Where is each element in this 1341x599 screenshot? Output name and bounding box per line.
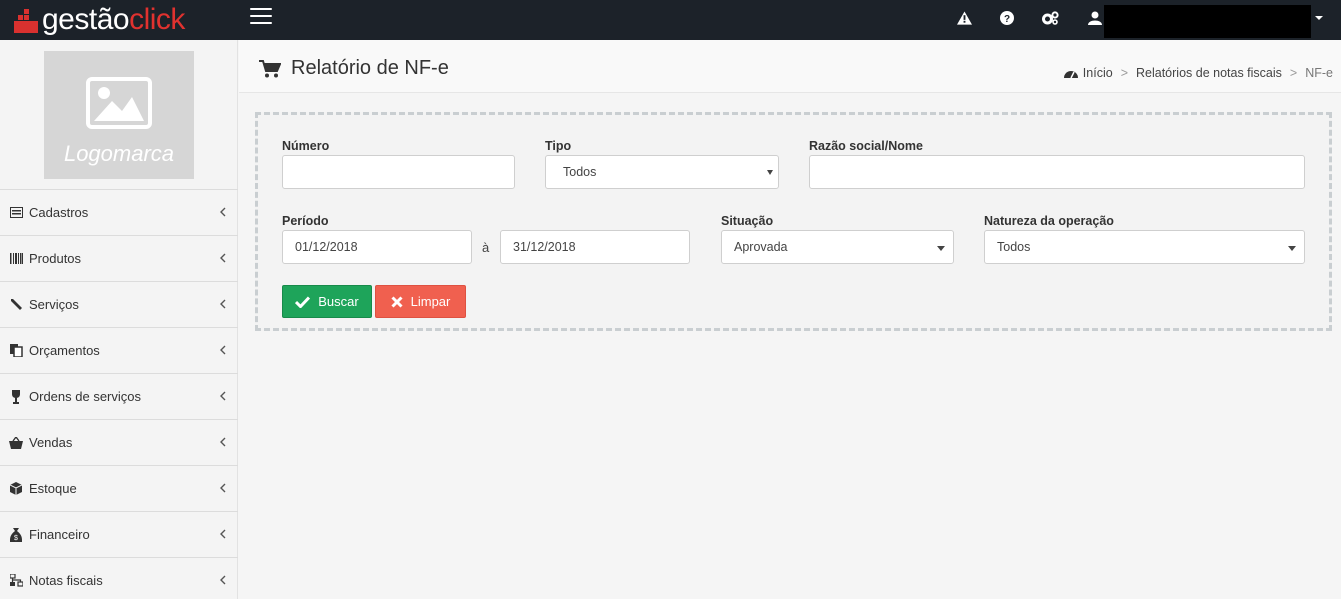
buscar-button[interactable]: Buscar [282, 285, 372, 318]
logo-text-red: click [129, 3, 185, 36]
chevron-left-icon [220, 575, 226, 585]
buscar-button-label: Buscar [318, 294, 359, 309]
sidebar-item-label: Cadastros [29, 205, 89, 220]
sidebar-item-servicos[interactable]: Serviços [0, 281, 238, 327]
chevron-left-icon [220, 345, 226, 355]
sidebar-item-financeiro[interactable]: $ Financeiro [0, 511, 238, 557]
numero-label: Número [282, 139, 330, 153]
user-menu-caret-icon[interactable] [1315, 16, 1323, 20]
situacao-select-value: Aprovada [734, 240, 788, 254]
logo-mark-icon [14, 7, 38, 33]
sidebar-item-produtos[interactable]: Produtos [0, 235, 238, 281]
content-header: Relatório de NF-e Início > Relatórios de… [239, 40, 1341, 93]
breadcrumb-current: NF-e [1305, 66, 1333, 80]
breadcrumb-separator: > [1120, 66, 1128, 80]
settings-cogs-icon[interactable] [1041, 9, 1059, 27]
razao-social-label: Razão social/Nome [809, 139, 923, 153]
page-title: Relatório de NF-e [291, 57, 449, 79]
natureza-operacao-select[interactable]: Todos [984, 230, 1305, 264]
chevron-left-icon [220, 207, 226, 217]
tipo-select-value: Todos [563, 165, 597, 179]
chevron-left-icon [220, 529, 226, 539]
wrench-icon [9, 298, 23, 312]
app-logo[interactable]: gestãoclick [14, 0, 185, 40]
sidebar-item-label: Notas fiscais [29, 573, 103, 588]
razao-social-input[interactable] [809, 155, 1305, 189]
breadcrumb-relatorios-notas[interactable]: Relatórios de notas fiscais [1136, 66, 1282, 80]
company-logo-placeholder: Logomarca [44, 51, 194, 179]
dropdown-arrow-icon [937, 246, 945, 251]
breadcrumb-inicio[interactable]: Início [1083, 66, 1113, 80]
chevron-left-icon [220, 253, 226, 263]
sidebar-item-label: Estoque [29, 481, 77, 496]
user-icon[interactable] [1086, 9, 1104, 27]
logo-text-white: gestão [42, 3, 130, 36]
sidebar-item-label: Orçamentos [29, 343, 100, 358]
id-card-icon [9, 206, 23, 220]
money-bag-icon: $ [9, 527, 23, 542]
dashboard-icon [1063, 70, 1078, 78]
user-name-redacted[interactable] [1104, 5, 1311, 38]
sidebar-item-orcamentos[interactable]: Orçamentos [0, 327, 238, 373]
sidebar-menu: Cadastros Produtos Serviços Orçamentos O… [0, 189, 238, 599]
sidebar-item-cadastros[interactable]: Cadastros [0, 189, 238, 235]
natureza-operacao-label: Natureza da operação [984, 214, 1114, 228]
sidebar-item-label: Ordens de serviços [29, 389, 141, 404]
periodo-label: Período [282, 214, 329, 228]
periodo-separator: à [482, 240, 490, 255]
tipo-label: Tipo [545, 139, 572, 153]
help-icon[interactable]: ? [998, 9, 1016, 27]
logo-placeholder-text: Logomarca [63, 141, 175, 166]
sitemap-icon [9, 574, 23, 588]
chevron-left-icon [220, 299, 226, 309]
shopping-cart-icon [259, 60, 281, 78]
chevron-left-icon [220, 437, 226, 447]
close-icon [391, 295, 403, 308]
situacao-label: Situação [721, 214, 774, 228]
periodo-fim-input[interactable]: 31/12/2018 [500, 230, 690, 264]
chevron-left-icon [220, 483, 226, 493]
check-icon [295, 295, 311, 308]
breadcrumb-separator: > [1289, 66, 1298, 80]
sidebar: Logomarca Cadastros Produtos Serviços Or… [0, 40, 238, 599]
situacao-select[interactable]: Aprovada [721, 230, 954, 264]
breadcrumb: Início > Relatórios de notas fiscais > N… [1063, 66, 1333, 80]
sidebar-item-vendas[interactable]: Vendas [0, 419, 238, 465]
periodo-inicio-input[interactable]: 01/12/2018 [282, 230, 472, 264]
sidebar-item-label: Produtos [29, 251, 82, 266]
trophy-icon [9, 389, 23, 404]
svg-text:$: $ [14, 535, 18, 542]
menu-toggle-button[interactable] [250, 8, 272, 26]
tipo-select[interactable]: Todos [545, 155, 779, 189]
alert-icon[interactable] [955, 9, 973, 27]
dropdown-arrow-icon [1288, 246, 1296, 251]
top-navbar: gestãoclick ? [0, 0, 1341, 40]
limpar-button-label: Limpar [410, 294, 451, 309]
cube-icon [9, 482, 23, 496]
numero-input[interactable] [282, 155, 515, 189]
sidebar-item-label: Financeiro [29, 527, 90, 542]
filter-form: Número Tipo Todos Razão social/Nome Perí… [255, 112, 1332, 331]
sidebar-item-notas-fiscais[interactable]: Notas fiscais [0, 557, 238, 599]
sidebar-item-label: Vendas [29, 435, 73, 450]
sidebar-item-label: Serviços [29, 297, 79, 312]
svg-text:?: ? [1004, 14, 1010, 25]
limpar-button[interactable]: Limpar [375, 285, 466, 318]
sidebar-item-estoque[interactable]: Estoque [0, 465, 238, 511]
barcode-icon [9, 252, 23, 266]
sidebar-item-ordens-servicos[interactable]: Ordens de serviços [0, 373, 238, 419]
basket-icon [9, 436, 23, 450]
logo-text: gestãoclick [42, 0, 185, 40]
copy-icon [9, 344, 23, 358]
natureza-select-value: Todos [997, 240, 1031, 254]
image-placeholder-icon [86, 77, 152, 129]
dropdown-arrow-icon [767, 170, 773, 175]
chevron-left-icon [220, 391, 226, 401]
